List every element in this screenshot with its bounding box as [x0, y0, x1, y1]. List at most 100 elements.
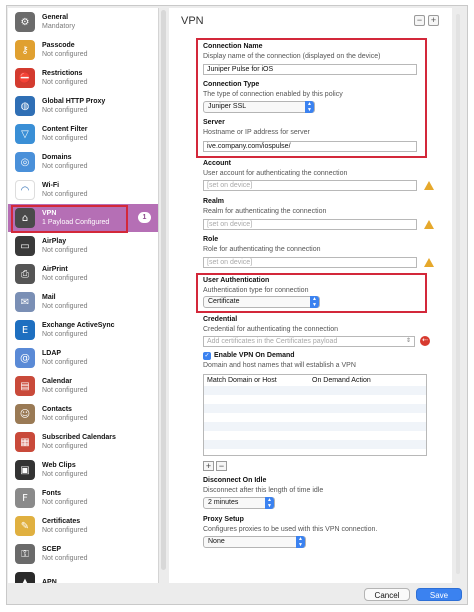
sidebar-item-airplay[interactable]: ▭ AirPlay Not configured — [8, 232, 158, 260]
sidebar-item-certificates[interactable]: ✎ Certificates Not configured — [8, 512, 158, 540]
sidebar-item-fonts[interactable]: F Fonts Not configured — [8, 484, 158, 512]
select-arrows-icon: ▲ ▼ — [296, 536, 305, 548]
role-input[interactable]: [set on device] — [203, 257, 417, 268]
sidebar-item-status: Not configured — [42, 163, 88, 170]
sidebar-item-mail[interactable]: ✉ Mail Not configured — [8, 288, 158, 316]
sidebar-item-global-http-proxy[interactable]: ◍ Global HTTP Proxy Not configured — [8, 92, 158, 120]
column-header-action: On Demand Action — [312, 377, 371, 384]
table-row[interactable] — [204, 413, 426, 422]
add-payload-button[interactable]: + — [428, 15, 439, 26]
sidebar-item-apn[interactable]: ▲ APN — [8, 568, 158, 584]
proxy-select[interactable]: None ▲ ▼ — [203, 536, 306, 548]
main-scrollbar[interactable] — [456, 14, 460, 574]
sidebar-item-passcode[interactable]: ⚷ Passcode Not configured — [8, 36, 158, 64]
on-demand-table[interactable]: Match Domain or Host On Demand Action — [203, 374, 427, 456]
table-remove-button[interactable]: − — [216, 461, 227, 471]
calendar-icon: ▤ — [15, 376, 35, 396]
idle-desc: Disconnect after this length of time idl… — [203, 487, 324, 494]
save-button[interactable]: Save — [416, 588, 462, 601]
sidebar-item-status: Not configured — [42, 51, 88, 58]
sidebar-item-status: Not configured — [42, 527, 88, 534]
sidebar-item-status: Not configured — [42, 471, 88, 478]
sidebar-item-label: Calendar — [42, 378, 72, 385]
table-add-button[interactable]: + — [203, 461, 214, 471]
proxy-desc: Configures proxies to be used with this … — [203, 526, 378, 533]
sidebar-item-scep[interactable]: ⚿ SCEP Not configured — [8, 540, 158, 568]
filter-icon: ▽ — [15, 124, 35, 144]
on-demand-checkbox[interactable]: ✓ — [203, 352, 211, 360]
fonts-icon: F — [15, 488, 35, 508]
sidebar-item-domains[interactable]: ◎ Domains Not configured — [8, 148, 158, 176]
connection-type-select[interactable]: Juniper SSL ▲ ▼ — [203, 101, 315, 113]
sidebar-item-label: General — [42, 14, 69, 21]
payload-sidebar: ⚙ General Mandatory ⚷ Passcode Not configured… — [8, 8, 159, 583]
mail-icon: ✉ — [15, 292, 35, 312]
user-auth-value: Certificate — [208, 298, 240, 305]
connection-name-input[interactable]: Juniper Pulse for iOS — [203, 64, 417, 75]
warning-icon — [424, 181, 434, 190]
scep-icon: ⚿ — [15, 544, 35, 564]
server-input[interactable]: ive.company.com/iospulse/ — [203, 141, 417, 152]
table-row[interactable] — [204, 404, 426, 413]
sidebar-item-text: Content Filter Not configured — [42, 125, 88, 143]
sidebar-item-label: Restrictions — [42, 70, 83, 77]
connection-type-label: Connection Type — [203, 81, 260, 88]
proxy-value: None — [208, 538, 225, 545]
sidebar-item-web-clips[interactable]: ▣ Web Clips Not configured — [8, 456, 158, 484]
sidebar-item-content-filter[interactable]: ▽ Content Filter Not configured — [8, 120, 158, 148]
sidebar-item-wi-fi[interactable]: ◠ Wi-Fi Not configured — [8, 176, 158, 204]
account-desc: User account for authenticating the conn… — [203, 170, 348, 177]
on-demand-label: Enable VPN On Demand — [214, 352, 295, 359]
warning-icon — [424, 220, 434, 229]
sidebar-item-text: APN — [42, 578, 57, 584]
connection-name-label: Connection Name — [203, 43, 263, 50]
realm-input[interactable]: [set on device] — [203, 219, 417, 230]
credential-select[interactable]: Add certificates in the Certificates pay… — [203, 336, 415, 347]
sidebar-item-status: Not configured — [42, 135, 88, 142]
sidebar-item-label: Content Filter — [42, 126, 88, 133]
sidebar-item-label: Global HTTP Proxy — [42, 98, 106, 105]
sidebar-item-status: Not configured — [42, 191, 88, 198]
user-auth-desc: Authentication type for connection — [203, 287, 309, 294]
sidebar-item-label: Subscribed Calendars — [42, 434, 116, 441]
payload-count-badge: 1 — [138, 212, 151, 223]
domains-icon: ◎ — [15, 152, 35, 172]
sidebar-scrollbar[interactable] — [161, 10, 166, 570]
sidebar-item-label: Contacts — [42, 406, 72, 413]
realm-desc: Realm for authenticating the connection — [203, 208, 327, 215]
user-auth-label: User Authentication — [203, 277, 270, 284]
column-header-match: Match Domain or Host — [207, 377, 277, 384]
sidebar-item-text: AirPrint Not configured — [42, 265, 88, 283]
sidebar-item-text: Domains Not configured — [42, 153, 88, 171]
table-row[interactable] — [204, 440, 426, 449]
printer-icon: ⎙ — [15, 264, 35, 284]
sidebar-item-status: Not configured — [42, 107, 88, 114]
sidebar-item-contacts[interactable]: ☺ Contacts Not configured — [8, 400, 158, 428]
sidebar-item-restrictions[interactable]: ⛔ Restrictions Not configured — [8, 64, 158, 92]
sidebar-item-text: Wi-Fi Not configured — [42, 181, 88, 199]
idle-select[interactable]: 2 minutes ▲ ▼ — [203, 497, 275, 509]
table-row[interactable] — [204, 395, 426, 404]
sidebar-item-ldap[interactable]: @ LDAP Not configured — [8, 344, 158, 372]
sidebar-item-text: Subscribed Calendars Not configured — [42, 433, 116, 451]
remove-credential-icon[interactable]: ⇠ — [420, 336, 430, 346]
restriction-icon: ⛔ — [15, 68, 35, 88]
warning-icon — [424, 258, 434, 267]
table-row[interactable] — [204, 386, 426, 395]
table-row[interactable] — [204, 422, 426, 431]
sidebar-item-calendar[interactable]: ▤ Calendar Not configured — [8, 372, 158, 400]
sidebar-item-text: Exchange ActiveSync Not configured — [42, 321, 115, 339]
sidebar-item-label: SCEP — [42, 546, 62, 553]
chevron-updown-icon: ⇕ — [405, 338, 411, 344]
user-auth-select[interactable]: Certificate ▲ ▼ — [203, 296, 320, 308]
table-row[interactable] — [204, 431, 426, 440]
sidebar-item-general[interactable]: ⚙ General Mandatory — [8, 8, 158, 36]
account-input[interactable]: [set on device] — [203, 180, 417, 191]
remove-payload-button[interactable]: − — [414, 15, 425, 26]
sidebar-item-status: Not configured — [42, 499, 88, 506]
sidebar-item-text: Passcode Not configured — [42, 41, 88, 59]
cancel-button[interactable]: Cancel — [364, 588, 410, 601]
sidebar-item-airprint[interactable]: ⎙ AirPrint Not configured — [8, 260, 158, 288]
sidebar-item-subscribed-calendars[interactable]: ▦ Subscribed Calendars Not configured — [8, 428, 158, 456]
sidebar-item-exchange-activesync[interactable]: E Exchange ActiveSync Not configured — [8, 316, 158, 344]
